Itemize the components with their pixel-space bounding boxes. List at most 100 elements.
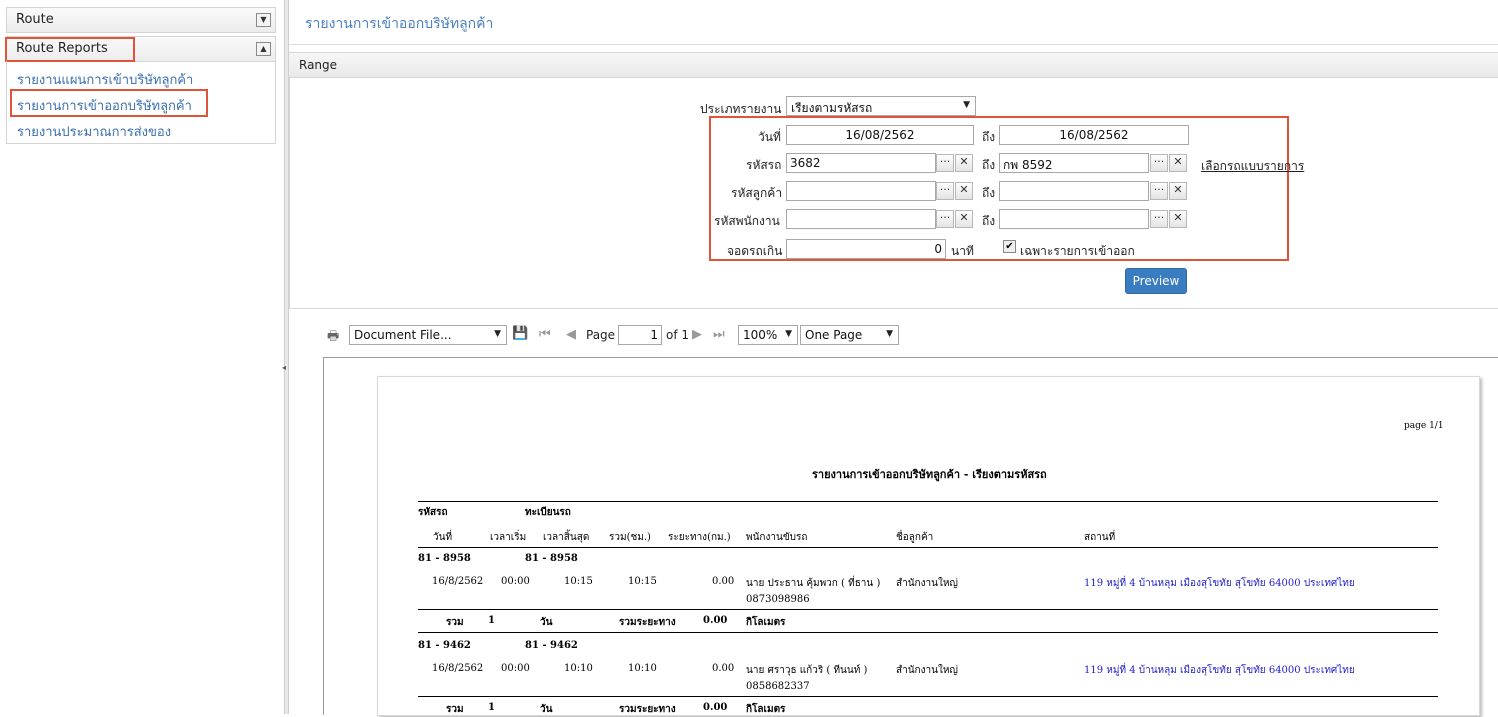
- zoom-value: 100%: [743, 328, 778, 342]
- col-date: วันที่: [433, 532, 453, 543]
- highlight-box: [5, 37, 135, 62]
- cell-total: 10:15: [628, 576, 657, 587]
- divider: [418, 696, 1438, 697]
- route-panel-title: Route: [16, 12, 54, 27]
- clear-icon[interactable]: ✕: [1169, 210, 1187, 228]
- col-car-code: รหัสรถ: [418, 507, 448, 518]
- car-from-input[interactable]: 3682: [786, 153, 936, 173]
- highlight-box: [10, 89, 208, 117]
- cell-driver: นาย ศราวุธ แก้วริ ( ทีนนท์ ): [746, 665, 868, 676]
- collapse-arrow-icon[interactable]: ◂: [282, 363, 286, 372]
- route-panel-header[interactable]: Route ▼: [6, 7, 276, 33]
- col-start-time: เวลาเริ่ม: [490, 532, 527, 543]
- dropdown-arrow-icon: ▼: [886, 329, 893, 339]
- export-format-select[interactable]: Document File... ▼: [349, 325, 507, 345]
- col-plate: ทะเบียนรถ: [525, 507, 571, 518]
- sum-distance: 0.00: [703, 615, 728, 626]
- cell-start: 00:00: [501, 576, 530, 587]
- car-to-input[interactable]: กพ 8592: [999, 153, 1149, 173]
- ellipsis-icon[interactable]: ···: [1150, 210, 1168, 228]
- cell-driver: นาย ประธาน คุ้มพวก ( ที่ธาน ): [746, 578, 881, 589]
- divider: [418, 632, 1438, 633]
- to-label: ถึง: [982, 186, 996, 200]
- park-over-label: จอดรถเกิน: [727, 244, 783, 258]
- divider: [418, 609, 1438, 610]
- report-type-select[interactable]: เรียงตามรหัสรถ ▼: [786, 96, 976, 116]
- date-label: วันที่: [758, 130, 781, 144]
- first-page-icon[interactable]: ⏮: [539, 327, 551, 342]
- zoom-select[interactable]: 100% ▼: [738, 325, 798, 345]
- employee-to-input[interactable]: [999, 209, 1149, 229]
- cell-distance: 0.00: [712, 663, 735, 674]
- clear-icon[interactable]: ✕: [955, 210, 973, 228]
- dropdown-arrow-icon: ▼: [494, 329, 501, 339]
- ellipsis-icon[interactable]: ···: [936, 154, 954, 172]
- date-to-input[interactable]: 16/08/2562: [999, 125, 1189, 145]
- cell-place: 119 หมู่ที่ 4 บ้านหลุม เมืองสุโขทัย สุโข…: [1084, 578, 1355, 589]
- group-car-code: 81 - 9462: [418, 640, 471, 651]
- customer-from-input[interactable]: [786, 181, 936, 201]
- dropdown-arrow-icon: ▼: [785, 329, 792, 339]
- cell-end: 10:15: [564, 576, 593, 587]
- sum-day-unit: วัน: [540, 704, 553, 715]
- col-customer: ชื่อลูกค้า: [896, 532, 934, 543]
- cell-end: 10:10: [564, 663, 593, 674]
- group-plate: 81 - 8958: [525, 553, 578, 564]
- page-info: page 1/1: [1404, 421, 1444, 431]
- report-title: รายงานการเข้าออกบริษัทลูกค้า - เรียงตามร…: [812, 468, 1047, 481]
- group-car-code: 81 - 8958: [418, 553, 471, 564]
- divider: [418, 501, 1438, 502]
- to-label: ถึง: [982, 214, 996, 228]
- last-page-icon[interactable]: ⏭: [713, 327, 725, 342]
- to-label: ถึง: [982, 130, 996, 144]
- clear-icon[interactable]: ✕: [1169, 154, 1187, 172]
- save-icon[interactable]: 💾: [512, 326, 528, 341]
- divider: [418, 547, 1438, 548]
- sidebar-link-delivery-estimate[interactable]: รายงานประมาณการส่งของ: [17, 121, 171, 142]
- cell-start: 00:00: [501, 663, 530, 674]
- col-place: สถานที่: [1084, 532, 1116, 543]
- preview-button[interactable]: Preview: [1125, 268, 1187, 294]
- ellipsis-icon[interactable]: ···: [1150, 182, 1168, 200]
- col-distance: ระยะทาง(กม.): [668, 532, 731, 543]
- view-mode-value: One Page: [805, 328, 863, 342]
- clear-icon[interactable]: ✕: [1169, 182, 1187, 200]
- minutes-label: นาที: [951, 244, 974, 258]
- date-from-input[interactable]: 16/08/2562: [786, 125, 974, 145]
- page-label: Page: [586, 328, 616, 342]
- customer-to-input[interactable]: [999, 181, 1149, 201]
- chevron-down-icon[interactable]: ▼: [256, 13, 271, 27]
- sum-days: 1: [488, 615, 495, 626]
- sum-unit: กิโลเมตร: [746, 617, 786, 628]
- view-mode-select[interactable]: One Page ▼: [800, 325, 899, 345]
- to-label: ถึง: [982, 158, 996, 172]
- sum-label: รวม: [446, 704, 464, 715]
- only-inout-label: เฉพาะรายการเข้าออก: [1020, 244, 1135, 258]
- ellipsis-icon[interactable]: ···: [936, 210, 954, 228]
- sum-days: 1: [488, 702, 495, 713]
- clear-icon[interactable]: ✕: [955, 154, 973, 172]
- divider: [289, 44, 1498, 45]
- page-number-input[interactable]: 1: [618, 325, 662, 345]
- ellipsis-icon[interactable]: ···: [936, 182, 954, 200]
- park-minutes-input[interactable]: 0: [786, 239, 946, 259]
- employee-from-input[interactable]: [786, 209, 936, 229]
- export-format-value: Document File...: [354, 328, 452, 342]
- only-inout-checkbox[interactable]: ✔: [1003, 240, 1016, 253]
- col-driver: พนักงานขับรถ: [746, 532, 808, 543]
- next-page-icon[interactable]: ▶: [692, 327, 702, 342]
- select-car-list-link[interactable]: เลือกรถแบบรายการ: [1201, 157, 1304, 176]
- chevron-up-icon[interactable]: ▲: [256, 42, 271, 56]
- sidebar-link-plan-report[interactable]: รายงานแผนการเข้าบริษัทลูกค้า: [17, 69, 193, 90]
- cell-distance: 0.00: [712, 576, 735, 587]
- sum-distance-label: รวมระยะทาง: [619, 704, 676, 715]
- clear-icon[interactable]: ✕: [955, 182, 973, 200]
- ellipsis-icon[interactable]: ···: [1150, 154, 1168, 172]
- report-type-value: เรียงตามรหัสรถ: [791, 101, 873, 115]
- dropdown-arrow-icon: ▼: [963, 100, 970, 110]
- cell-total: 10:10: [628, 663, 657, 674]
- page-title: รายงานการเข้าออกบริษัทลูกค้า: [305, 16, 494, 32]
- sum-day-unit: วัน: [540, 617, 553, 628]
- previous-page-icon[interactable]: ◀: [566, 327, 576, 342]
- printer-icon[interactable]: 🖶: [327, 327, 339, 349]
